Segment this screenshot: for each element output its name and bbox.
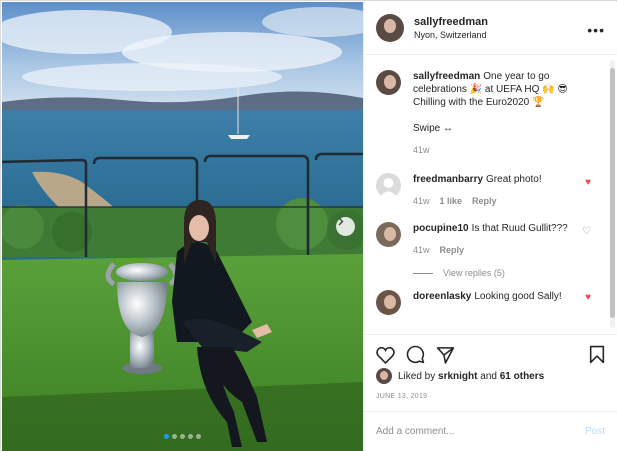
caption-time[interactable]: 41w xyxy=(413,144,430,157)
carousel-dot xyxy=(188,434,193,439)
post-header: sallyfreedman Nyon, Switzerland ••• xyxy=(364,2,617,55)
add-comment-input[interactable] xyxy=(376,426,585,437)
carousel-dot xyxy=(172,434,177,439)
next-photo-button[interactable] xyxy=(336,217,355,236)
likes-prefix: Liked by xyxy=(398,370,436,382)
carousel-indicator xyxy=(2,434,363,439)
comment-text: Great photo! xyxy=(486,174,542,185)
post-modal: sallyfreedman Nyon, Switzerland ••• sall… xyxy=(0,0,617,451)
post-side-panel: sallyfreedman Nyon, Switzerland ••• sall… xyxy=(363,2,617,451)
likes-summary: Liked by srknight and 61 others xyxy=(376,368,544,384)
divider-line xyxy=(413,272,433,274)
post-comment-button[interactable]: Post xyxy=(585,426,605,437)
scrollbar-thumb[interactable] xyxy=(610,68,615,318)
others-likes-link[interactable]: 61 others xyxy=(500,371,544,382)
comment-item: doreenlasky Looking good Sally! ♥ xyxy=(376,290,605,315)
view-replies-label: View replies (5) xyxy=(443,268,505,278)
author-username[interactable]: sallyfreedman xyxy=(414,16,488,28)
more-options-icon[interactable]: ••• xyxy=(587,22,605,38)
caption: sallyfreedman One year to go celebrations… xyxy=(376,70,605,157)
liker-avatar[interactable] xyxy=(376,368,392,384)
liked-heart-icon[interactable]: ♥ xyxy=(585,292,591,303)
commenter-avatar[interactable] xyxy=(376,290,401,315)
save-button[interactable] xyxy=(589,345,605,364)
comment-text: Is that Ruud Gullit??? xyxy=(471,223,568,234)
share-button[interactable] xyxy=(436,346,455,364)
view-replies-button[interactable]: View replies (5) xyxy=(413,268,605,278)
post-date[interactable]: JUNE 13, 2019 xyxy=(376,393,427,400)
comment-icon xyxy=(406,345,425,364)
carousel-dot xyxy=(164,434,169,439)
post-photo[interactable] xyxy=(2,2,363,451)
likes-middle: and xyxy=(480,370,497,382)
comment-username[interactable]: freedmanbarry xyxy=(413,174,483,185)
liker-username[interactable]: srknight xyxy=(438,371,477,382)
caption-username[interactable]: sallyfreedman xyxy=(413,71,480,82)
send-icon xyxy=(436,346,455,364)
heart-icon xyxy=(376,346,395,364)
add-comment-bar: Post xyxy=(364,411,617,451)
caption-swipe: Swipe ↔ xyxy=(413,123,454,134)
comment-button[interactable] xyxy=(406,345,425,364)
comments-list: sallyfreedman One year to go celebrations… xyxy=(364,56,617,334)
photo-scene xyxy=(2,2,363,451)
caption-avatar[interactable] xyxy=(376,70,401,95)
reply-button[interactable]: Reply xyxy=(440,244,465,257)
chevron-right-icon xyxy=(338,217,344,226)
comment-time[interactable]: 41w xyxy=(413,195,430,208)
bookmark-icon xyxy=(589,345,605,364)
reply-button[interactable]: Reply xyxy=(472,195,497,208)
comment-item: freedmanbarry Great photo! 41w 1 like Rep… xyxy=(376,173,605,208)
default-avatar-icon[interactable] xyxy=(376,173,401,198)
comment-item: pocupine10 Is that Ruud Gullit??? 41w Rep… xyxy=(376,222,605,257)
comment-text: Looking good Sally! xyxy=(474,291,562,302)
comment-time[interactable]: 41w xyxy=(413,244,430,257)
comments-scrollbar[interactable] xyxy=(610,60,615,328)
commenter-avatar[interactable] xyxy=(376,222,401,247)
author-avatar[interactable] xyxy=(376,14,404,42)
post-location[interactable]: Nyon, Switzerland xyxy=(414,30,488,40)
liked-heart-icon[interactable]: ♥ xyxy=(585,177,591,188)
carousel-dot xyxy=(180,434,185,439)
like-button[interactable] xyxy=(376,346,395,364)
comment-username[interactable]: pocupine10 xyxy=(413,223,469,234)
comment-username[interactable]: doreenlasky xyxy=(413,291,471,302)
comment-likes[interactable]: 1 like xyxy=(440,195,463,208)
heart-outline-icon[interactable]: ♡ xyxy=(582,226,591,237)
carousel-dot xyxy=(196,434,201,439)
